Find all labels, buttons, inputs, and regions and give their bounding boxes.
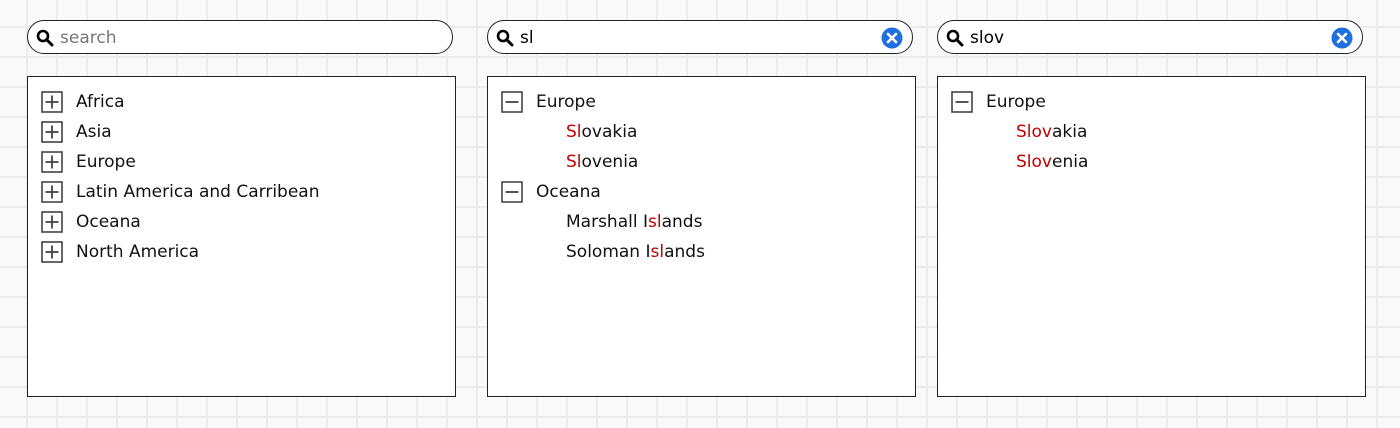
- tree-leaf[interactable]: Slovakia: [938, 117, 1365, 147]
- tree-panel-2: sl Europe Slovakia Slovenia Oceana Marshall …: [487, 0, 917, 428]
- collapse-icon[interactable]: [951, 91, 973, 113]
- expand-icon[interactable]: [41, 91, 63, 113]
- tree-leaf[interactable]: Slovenia: [938, 147, 1365, 177]
- tree-leaf-text: akia: [1051, 122, 1088, 142]
- tree-view: Africa Asia Europe Latin America and Carrib…: [27, 76, 456, 397]
- tree-node-label: Oceana: [536, 182, 601, 202]
- tree-node-label: Europe: [536, 92, 596, 112]
- tree-view: Europe Slovakia Slovenia: [937, 76, 1366, 397]
- match-highlight: Slov: [1016, 122, 1052, 142]
- tree-leaf-text: Soloman I: [566, 242, 651, 262]
- tree-panel-1: search Africa Asia Europe Latin America and…: [27, 0, 457, 428]
- search-field[interactable]: search: [27, 20, 453, 54]
- expand-icon[interactable]: [41, 181, 63, 203]
- tree-node[interactable]: Africa: [28, 87, 455, 117]
- tree-list: Europe Slovakia Slovenia: [938, 87, 1365, 177]
- tree-node-label: Asia: [76, 122, 112, 142]
- tree-node[interactable]: Oceana: [28, 207, 455, 237]
- tree-list: Africa Asia Europe Latin America and Carrib…: [28, 87, 455, 267]
- tree-node-label: Europe: [76, 152, 136, 172]
- tree-node[interactable]: Oceana: [488, 177, 915, 207]
- expand-icon[interactable]: [41, 121, 63, 143]
- tree-node-label: Africa: [76, 92, 125, 112]
- tree-leaf[interactable]: Slovenia: [488, 147, 915, 177]
- tree-node[interactable]: North America: [28, 237, 455, 267]
- collapse-icon[interactable]: [501, 91, 523, 113]
- tree-leaf[interactable]: Soloman Islands: [488, 237, 915, 267]
- collapse-icon[interactable]: [501, 181, 523, 203]
- search-input[interactable]: search: [60, 21, 402, 55]
- tree-node[interactable]: Asia: [28, 117, 455, 147]
- expand-icon[interactable]: [41, 151, 63, 173]
- tree-list: Europe Slovakia Slovenia Oceana Marshall Isl…: [488, 87, 915, 267]
- tree-leaf-text: ands: [664, 242, 705, 262]
- search-icon: [946, 29, 964, 47]
- tree-node-label: North America: [76, 242, 200, 262]
- tree-leaf[interactable]: Marshall Islands: [488, 207, 915, 237]
- tree-node-label: Latin America and Carribean: [76, 182, 320, 202]
- match-highlight: Sl: [566, 122, 582, 142]
- tree-view: Europe Slovakia Slovenia Oceana Marshall Isl…: [487, 76, 916, 397]
- search-input[interactable]: sl: [520, 21, 862, 55]
- tree-leaf-text: ands: [661, 212, 703, 232]
- clear-search-icon[interactable]: [881, 27, 903, 49]
- tree-node[interactable]: Europe: [938, 87, 1365, 117]
- search-icon: [36, 29, 54, 47]
- match-highlight: sl: [648, 212, 662, 232]
- expand-icon[interactable]: [41, 241, 63, 263]
- tree-node-label: Europe: [986, 92, 1046, 112]
- clear-search-icon[interactable]: [1331, 27, 1353, 49]
- tree-panel-3: slov Europe Slovakia Slovenia: [937, 0, 1367, 428]
- tree-leaf-text: enia: [1051, 152, 1089, 172]
- search-icon: [496, 29, 514, 47]
- expand-icon[interactable]: [41, 211, 63, 233]
- tree-leaf-text: Marshall I: [566, 212, 648, 232]
- tree-node[interactable]: Europe: [28, 147, 455, 177]
- tree-leaf-text: ovakia: [581, 122, 638, 142]
- match-highlight: Slov: [1016, 152, 1052, 172]
- tree-node[interactable]: Europe: [488, 87, 915, 117]
- search-field[interactable]: sl: [487, 20, 913, 54]
- match-highlight: Sl: [566, 152, 582, 172]
- match-highlight: sl: [650, 242, 665, 262]
- tree-leaf[interactable]: Slovakia: [488, 117, 915, 147]
- tree-node-label: Oceana: [76, 212, 141, 232]
- search-input[interactable]: slov: [970, 21, 1312, 55]
- tree-node[interactable]: Latin America and Carribean: [28, 177, 455, 207]
- search-field[interactable]: slov: [937, 20, 1363, 54]
- tree-leaf-text: ovenia: [581, 152, 639, 172]
